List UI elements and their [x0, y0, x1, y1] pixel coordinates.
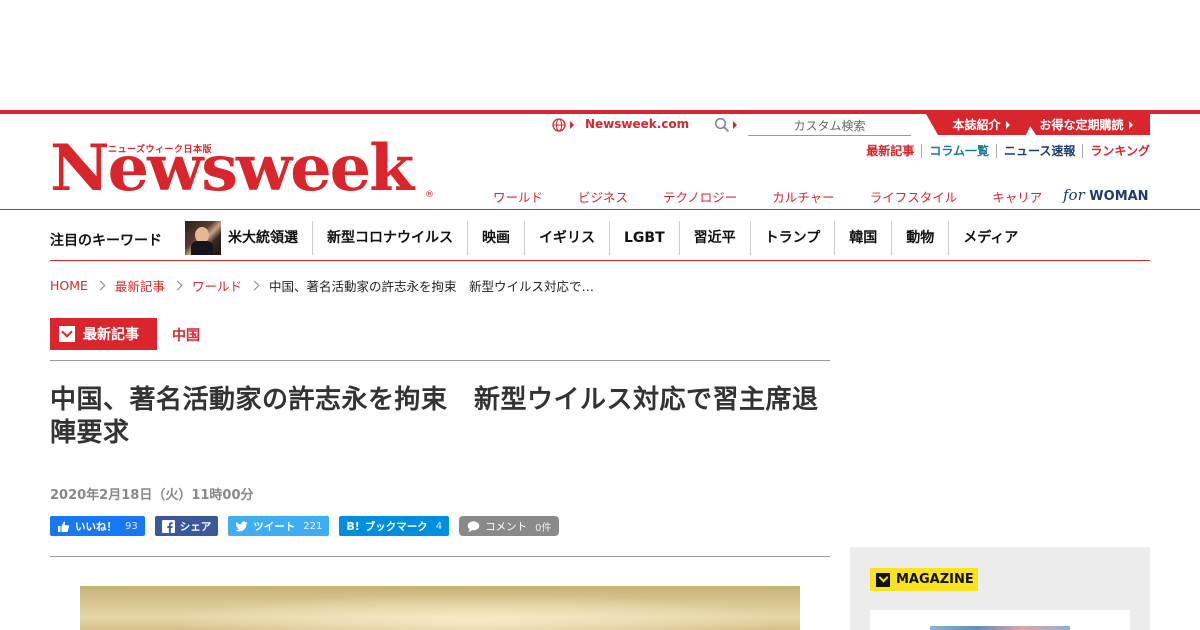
nav-world[interactable]: ワールド [493, 187, 543, 206]
subscribe-label: お得な定期購読 [1039, 118, 1124, 132]
for-woman-for: for [1063, 186, 1085, 204]
hatena-bookmark-label: ブックマーク [364, 520, 428, 533]
nav-culture[interactable]: カルチャー [772, 187, 834, 206]
hatena-bookmark-count: 4 [435, 520, 443, 532]
keyword-movie[interactable]: 映画 [467, 221, 524, 255]
breadcrumb-latest[interactable]: 最新記事 [115, 276, 165, 295]
for-woman-link[interactable]: for WOMAN [1063, 186, 1149, 204]
logo-registered-mark: ® [425, 190, 434, 200]
comment-count: 0件 [535, 522, 552, 534]
keyword-coronavirus[interactable]: 新型コロナウイルス [312, 221, 467, 255]
keyword-list: 米大統領選 新型コロナウイルス 映画 イギリス LGBT 習近平 トランプ 韓国… [228, 221, 1032, 255]
facebook-icon [161, 519, 175, 533]
nav-lifestyle[interactable]: ライフスタイル [870, 187, 958, 206]
top-border [0, 110, 1200, 114]
latest-articles-badge-label: 最新記事 [83, 327, 139, 343]
keyword-trump[interactable]: トランプ [749, 221, 835, 255]
tweet-label: ツイート [253, 520, 296, 533]
latest-articles-link[interactable]: 最新記事 [859, 144, 921, 158]
keyword-animals[interactable]: 動物 [891, 221, 948, 255]
newsweek-com-link[interactable]: Newsweek.com [585, 117, 689, 131]
keyword-us-election[interactable]: 米大統領選 [228, 221, 312, 255]
news-flash-link[interactable]: ニュース速報 [995, 144, 1082, 158]
search-icon[interactable] [714, 117, 730, 133]
for-woman-woman: WOMAN [1089, 189, 1149, 204]
breadcrumb: HOME 最新記事 ワールド 中国、著名活動家の許志永を拘束 新型ウイルス対応で… [50, 276, 594, 295]
logo-wordmark[interactable]: Newsweek [50, 133, 414, 205]
subscribe-tab[interactable]: お得な定期購読 [1022, 114, 1150, 135]
magazine-label: MAGAZINE [896, 572, 974, 587]
nav-business[interactable]: ビジネス [578, 187, 628, 206]
chevron-right-icon [570, 121, 574, 129]
utility-links: 最新記事 コラム一覧 ニュース速報 ランキング [859, 144, 1150, 158]
keyword-uk[interactable]: イギリス [524, 221, 609, 255]
breadcrumb-current: 中国、著名活動家の許志永を拘束 新型ウイルス対応で… [268, 279, 594, 294]
about-magazine-label: 本誌紹介 [952, 118, 1001, 132]
column-list-link[interactable]: コラム一覧 [921, 144, 996, 158]
keyword-korea[interactable]: 韓国 [834, 221, 891, 255]
nav-technology[interactable]: テクノロジー [663, 187, 737, 206]
keyword-xi-jinping[interactable]: 習近平 [678, 221, 750, 255]
facebook-like-button[interactable]: いいね！ 93 [50, 516, 145, 536]
comment-label: コメント [485, 520, 528, 533]
chevron-right-icon [1006, 121, 1010, 129]
search-input[interactable] [748, 116, 911, 136]
article-date: 2020年2月18日（火）11時00分 [50, 488, 254, 503]
chevron-right-icon [733, 121, 737, 129]
keywords-divider [50, 260, 1150, 261]
hatena-bookmark-button[interactable]: B! ブックマーク 4 [339, 516, 450, 536]
twitter-icon [235, 520, 248, 531]
nav-career[interactable]: キャリア [992, 187, 1042, 206]
keywords-title: 注目のキーワード [50, 233, 162, 249]
chevron-right-icon [95, 280, 106, 291]
speech-bubble-icon [467, 520, 480, 532]
article-divider-bottom [50, 556, 830, 557]
globe-icon [552, 118, 566, 132]
thumbs-up-icon [58, 521, 70, 532]
nav-divider [0, 209, 1200, 210]
tweet-count: 221 [303, 520, 323, 532]
latest-articles-badge[interactable]: 最新記事 [50, 318, 157, 350]
tweet-button[interactable]: ツイート 221 [228, 516, 330, 536]
chevron-right-icon [172, 280, 183, 291]
chevron-right-icon [249, 280, 260, 291]
hatena-bookmark-icon: B! [346, 519, 360, 533]
breadcrumb-home[interactable]: HOME [50, 278, 88, 293]
checkmark-icon [59, 326, 75, 342]
chevron-right-icon [1128, 120, 1133, 129]
article-hero-image [80, 586, 800, 630]
ranking-link[interactable]: ランキング [1082, 144, 1150, 158]
magazine-cover-image[interactable] [930, 626, 1070, 630]
category-tag-china[interactable]: 中国 [172, 325, 200, 345]
like-label: いいね！ [75, 520, 117, 533]
keyword-thumbnail[interactable] [185, 221, 221, 255]
breadcrumb-world[interactable]: ワールド [192, 276, 242, 295]
magazine-badge: MAGAZINE [870, 568, 978, 591]
share-buttons: いいね！ 93 シェア ツイート 221 B! ブックマーク 4 コメント 0件 [50, 516, 569, 536]
keyword-media[interactable]: メディア [948, 221, 1032, 255]
checkmark-icon [876, 572, 890, 587]
like-count: 93 [125, 520, 138, 532]
ad-space [0, 0, 1200, 110]
facebook-share-label: シェア [179, 520, 212, 533]
comment-button[interactable]: コメント 0件 [459, 516, 560, 536]
category-nav: ワールド ビジネス テクノロジー カルチャー ライフスタイル キャリア [493, 187, 1077, 206]
article-divider-top [50, 360, 830, 361]
keyword-lgbt[interactable]: LGBT [609, 221, 679, 255]
article-headline: 中国、著名活動家の許志永を拘束 新型ウイルス対応で習主席退陣要求 [50, 385, 819, 448]
facebook-share-button[interactable]: シェア [154, 516, 219, 536]
about-magazine-tab[interactable]: 本誌紹介 [926, 114, 1036, 135]
